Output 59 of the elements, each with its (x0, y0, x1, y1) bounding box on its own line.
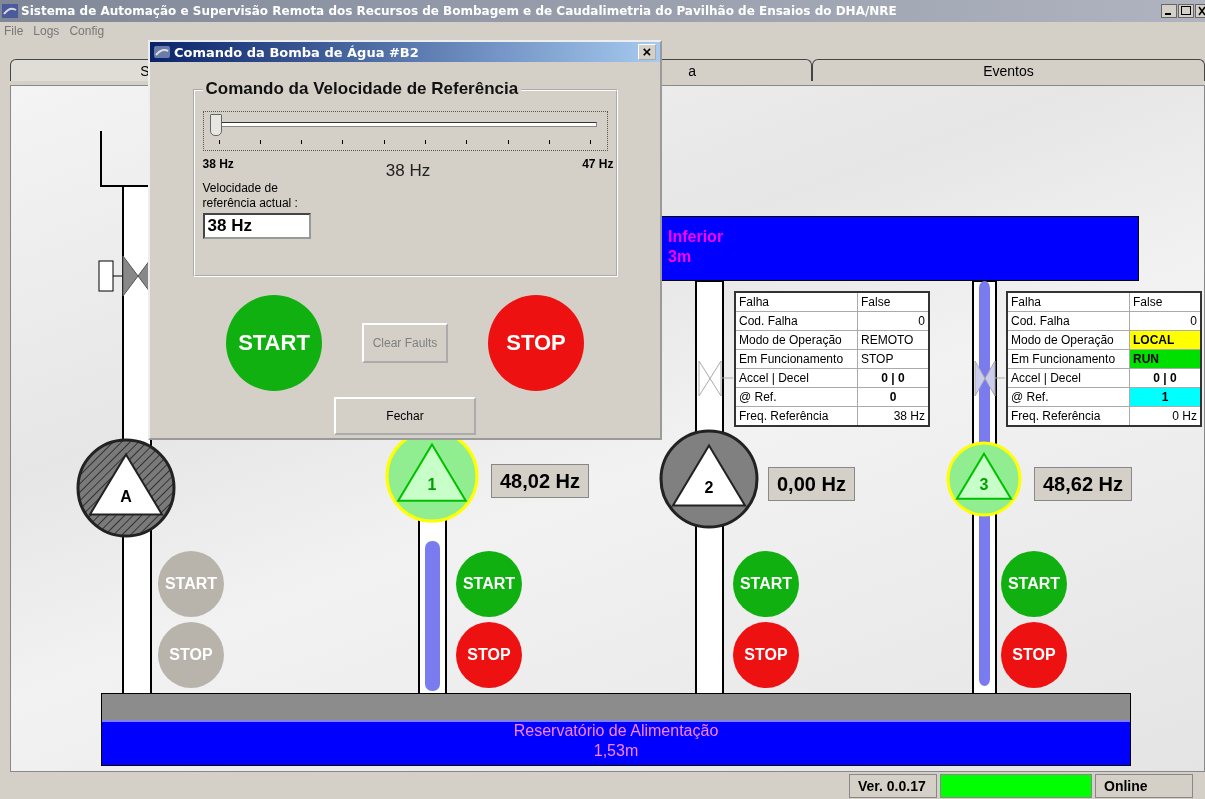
close-dialog-button[interactable]: Fechar (334, 397, 476, 435)
table-cell: Cod. Falha (735, 311, 858, 331)
close-button[interactable] (1195, 4, 1205, 18)
field-label: Velocidade de referência actual : (202, 181, 299, 211)
stop-button[interactable]: STOP (1001, 622, 1067, 688)
stop-button[interactable]: STOP (456, 622, 522, 688)
app-icon (154, 46, 170, 58)
table-cell: @ Ref. (1007, 387, 1130, 407)
menu-item[interactable]: Logs (33, 24, 60, 38)
reservoir-level: 1,53m (593, 741, 639, 761)
frequency-display: 48,02 Hz (491, 464, 590, 498)
dialog-title: Comando da Bomba de Água #B2 (174, 44, 419, 60)
min-label: 38 Hz (202, 157, 234, 171)
reservoir-name: Inferior (668, 227, 724, 247)
stop-button[interactable]: STOP (158, 622, 224, 688)
tab[interactable]: Eventos (812, 59, 1205, 81)
start-button[interactable]: START (456, 551, 522, 617)
app-icon (2, 4, 18, 18)
pump-label: 1 (427, 475, 437, 493)
close-button[interactable]: × (638, 44, 656, 60)
version-label: Ver. 0.0.17 (849, 773, 937, 798)
table-cell: @ Ref. (735, 387, 858, 407)
pump-label: 2 (704, 479, 714, 497)
pump-icon[interactable]: A (75, 437, 177, 539)
stop-button[interactable]: STOP (488, 295, 584, 391)
max-label: 47 Hz (582, 157, 614, 171)
table-cell: False (857, 292, 929, 312)
frequency-display: 0,00 Hz (768, 467, 855, 501)
table-cell: Accel | Decel (1007, 368, 1130, 388)
table-cell: Modo de Operação (735, 330, 858, 350)
reservoir-name: Reservatório de Alimentação (513, 721, 719, 741)
pump-label: A (120, 488, 132, 506)
table-cell: Cod. Falha (1007, 311, 1130, 331)
slider-value: 38 Hz (385, 161, 431, 181)
start-button[interactable]: START (1001, 551, 1067, 617)
menu-item[interactable]: File (4, 24, 24, 38)
stop-button[interactable]: STOP (733, 622, 799, 688)
menu-item[interactable]: Config (69, 24, 105, 38)
table-cell: Falha (1007, 292, 1130, 312)
table-cell: Modo de Operação (1007, 330, 1130, 350)
start-button[interactable]: START (226, 295, 322, 391)
minimize-button[interactable] (1161, 4, 1177, 18)
table-cell: Accel | Decel (735, 368, 858, 388)
table-cell: Em Funcionamento (735, 349, 858, 369)
maximize-button[interactable] (1178, 4, 1194, 18)
table-cell: Falha (735, 292, 858, 312)
start-button[interactable]: START (733, 551, 799, 617)
reservoir-level: 3m (668, 247, 692, 267)
valve-icon (974, 360, 1006, 397)
pump-icon[interactable]: 2 (658, 428, 760, 530)
speed-field[interactable]: 38 Hz (202, 213, 311, 239)
frequency-display: 48,62 Hz (1034, 467, 1133, 501)
window-title: Sistema de Automação e Supervisão Remota dos Recursos de Bombagem e de Caudalimetria do Pavilhão de Ensaios do DHA/NRE (21, 4, 897, 18)
connection-status: Online (1095, 773, 1193, 798)
table-cell: False (1129, 292, 1201, 312)
table-cell: Em Funcionamento (1007, 349, 1130, 369)
speed-slider[interactable] (202, 111, 608, 151)
pump-icon[interactable]: 3 (945, 440, 1023, 518)
pump-label: 3 (979, 475, 989, 493)
